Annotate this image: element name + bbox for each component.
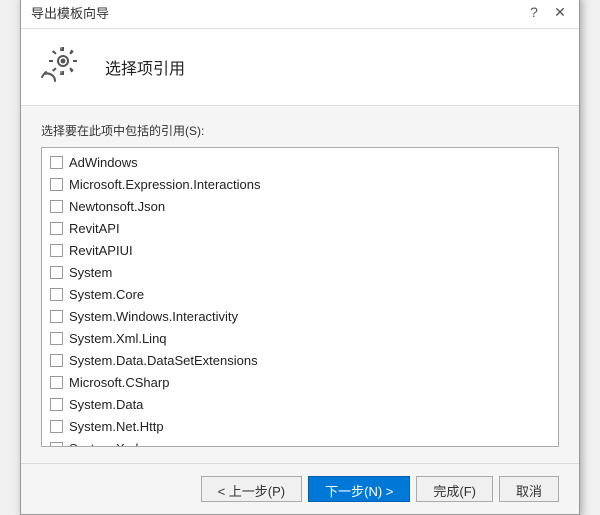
list-item[interactable]: System bbox=[42, 262, 558, 284]
item-label-2: Newtonsoft.Json bbox=[69, 199, 165, 214]
list-item[interactable]: Microsoft.CSharp bbox=[42, 372, 558, 394]
list-item[interactable]: Microsoft.Expression.Interactions bbox=[42, 174, 558, 196]
list-item[interactable]: System.Xml bbox=[42, 438, 558, 447]
item-label-12: System.Net.Http bbox=[69, 419, 164, 434]
checkbox-7[interactable] bbox=[50, 310, 63, 323]
item-label-13: System.Xml bbox=[69, 441, 138, 447]
item-label-7: System.Windows.Interactivity bbox=[69, 309, 238, 324]
checkbox-6[interactable] bbox=[50, 288, 63, 301]
header-title: 选择项引用 bbox=[105, 55, 185, 79]
section-label: 选择要在此项中包括的引用(S): bbox=[41, 122, 559, 139]
footer: < 上一步(P) 下一步(N) > 完成(F) 取消 bbox=[21, 463, 579, 514]
close-button[interactable]: ✕ bbox=[551, 3, 569, 21]
list-item[interactable]: System.Xml.Linq bbox=[42, 328, 558, 350]
list-item[interactable]: RevitAPI bbox=[42, 218, 558, 240]
item-label-10: Microsoft.CSharp bbox=[69, 375, 169, 390]
item-label-0: AdWindows bbox=[69, 155, 138, 170]
checkbox-13[interactable] bbox=[50, 442, 63, 447]
header-area: 选择项引用 bbox=[21, 29, 579, 106]
list-item[interactable]: AdWindows bbox=[42, 152, 558, 174]
content-area: 选择要在此项中包括的引用(S): AdWindows Microsoft.Expr… bbox=[21, 106, 579, 463]
checkbox-8[interactable] bbox=[50, 332, 63, 345]
checkbox-11[interactable] bbox=[50, 398, 63, 411]
finish-button[interactable]: 完成(F) bbox=[416, 476, 493, 502]
item-label-3: RevitAPI bbox=[69, 221, 120, 236]
checkbox-5[interactable] bbox=[50, 266, 63, 279]
references-list[interactable]: AdWindows Microsoft.Expression.Interactio… bbox=[41, 147, 559, 447]
item-label-9: System.Data.DataSetExtensions bbox=[69, 353, 258, 368]
checkbox-2[interactable] bbox=[50, 200, 63, 213]
item-label-4: RevitAPIUI bbox=[69, 243, 133, 258]
list-item[interactable]: System.Core bbox=[42, 284, 558, 306]
checkbox-0[interactable] bbox=[50, 156, 63, 169]
list-item[interactable]: System.Windows.Interactivity bbox=[42, 306, 558, 328]
wizard-icon bbox=[41, 43, 89, 91]
title-bar: 导出模板向导 ? ✕ bbox=[21, 0, 579, 29]
checkbox-12[interactable] bbox=[50, 420, 63, 433]
checkbox-4[interactable] bbox=[50, 244, 63, 257]
list-item[interactable]: System.Net.Http bbox=[42, 416, 558, 438]
dialog-title: 导出模板向导 bbox=[31, 3, 109, 22]
list-item[interactable]: System.Data bbox=[42, 394, 558, 416]
prev-button[interactable]: < 上一步(P) bbox=[201, 476, 303, 502]
item-label-8: System.Xml.Linq bbox=[69, 331, 167, 346]
checkbox-9[interactable] bbox=[50, 354, 63, 367]
list-item[interactable]: Newtonsoft.Json bbox=[42, 196, 558, 218]
checkbox-10[interactable] bbox=[50, 376, 63, 389]
item-label-11: System.Data bbox=[69, 397, 143, 412]
help-button[interactable]: ? bbox=[525, 3, 543, 21]
dialog: 导出模板向导 ? ✕ 选择项引用 选择要在此项中包括的引用(S): AdW bbox=[20, 0, 580, 515]
cancel-button[interactable]: 取消 bbox=[499, 476, 559, 502]
item-label-5: System bbox=[69, 265, 112, 280]
list-item[interactable]: RevitAPIUI bbox=[42, 240, 558, 262]
checkbox-1[interactable] bbox=[50, 178, 63, 191]
list-item[interactable]: System.Data.DataSetExtensions bbox=[42, 350, 558, 372]
item-label-6: System.Core bbox=[69, 287, 144, 302]
next-button[interactable]: 下一步(N) > bbox=[308, 476, 410, 502]
checkbox-3[interactable] bbox=[50, 222, 63, 235]
item-label-1: Microsoft.Expression.Interactions bbox=[69, 177, 260, 192]
